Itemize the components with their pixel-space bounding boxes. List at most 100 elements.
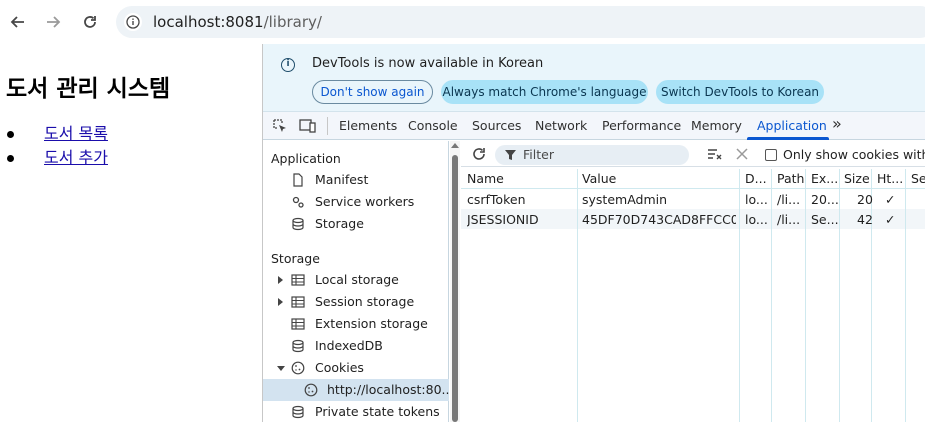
- tab-elements[interactable]: Elements: [339, 118, 397, 133]
- sidebar-scrollbar[interactable]: [450, 141, 460, 422]
- address-bar[interactable]: localhost:8081/library/: [116, 6, 925, 38]
- tree-item-session-storage[interactable]: Session storage: [263, 291, 449, 313]
- tree-item-label: Extension storage: [315, 316, 428, 331]
- tree-item-service-workers[interactable]: Service workers: [263, 191, 449, 213]
- book-add-link[interactable]: 도서 추가: [44, 148, 108, 167]
- cookie-path: /li...: [777, 212, 801, 227]
- tree-item-manifest[interactable]: Manifest: [263, 169, 449, 191]
- application-sidebar: Application Manifest Service workers Sto…: [263, 141, 453, 423]
- collapse-arrow-icon[interactable]: [277, 366, 285, 371]
- column-header-secure[interactable]: Se: [911, 171, 925, 186]
- list-item: 도서 목록: [7, 122, 108, 146]
- tab-performance[interactable]: Performance: [602, 118, 681, 133]
- tab-network[interactable]: Network: [535, 118, 587, 133]
- column-header-expires[interactable]: Ex...: [811, 171, 838, 186]
- cookie-name: JSESSIONID: [467, 212, 539, 227]
- inspect-element-icon[interactable]: [272, 118, 288, 138]
- only-show-issues-checkbox[interactable]: [765, 149, 777, 161]
- tree-item-label: Local storage: [315, 272, 399, 287]
- tree-item-cookies[interactable]: Cookies: [263, 357, 449, 379]
- column-header-httponly[interactable]: Ht...: [877, 171, 903, 186]
- column-header-size[interactable]: Size: [844, 171, 870, 186]
- tree-item-indexeddb[interactable]: IndexedDB: [263, 335, 449, 357]
- expand-arrow-icon[interactable]: [278, 276, 283, 284]
- cookie-name: csrfToken: [467, 192, 526, 207]
- site-info-icon[interactable]: [124, 13, 142, 31]
- tab-console[interactable]: Console: [408, 118, 458, 133]
- nav-list: 도서 목록 도서 추가: [7, 122, 108, 170]
- dont-show-again-button[interactable]: Don't show again: [312, 80, 433, 104]
- table-row[interactable]: csrfToken systemAdmin lo... /li... 20...…: [461, 189, 925, 209]
- table-icon: [291, 318, 305, 330]
- tree-item-label: Service workers: [315, 194, 415, 209]
- list-item: 도서 추가: [7, 146, 108, 170]
- devtools-panel: i DevTools is now available in Korean Do…: [262, 44, 925, 422]
- clear-all-icon[interactable]: [707, 147, 723, 161]
- tree-item-label: http://localhost:80...: [327, 382, 454, 397]
- cookie-path: /li...: [777, 192, 801, 207]
- column-header-path[interactable]: Path: [777, 171, 804, 186]
- tree-item-label: IndexedDB: [315, 338, 383, 353]
- cookie-icon: [304, 383, 318, 397]
- page-title: 도서 관리 시스템: [6, 76, 171, 102]
- more-tabs-button[interactable]: »: [832, 114, 842, 133]
- table-row[interactable]: JSESSIONID 45DF70D743CAD8FFCC0F... lo...…: [461, 209, 925, 229]
- url-path: /library/: [263, 13, 322, 31]
- cookie-httponly: ✓: [885, 192, 896, 207]
- gears-icon: [292, 196, 304, 208]
- cookie-value: 45DF70D743CAD8FFCC0F...: [582, 212, 736, 227]
- reload-icon: [84, 16, 96, 28]
- tab-divider: [327, 117, 328, 135]
- forward-button[interactable]: [40, 9, 66, 35]
- back-button[interactable]: [5, 9, 31, 35]
- scrollbar-thumb[interactable]: [452, 155, 458, 422]
- column-header-value[interactable]: Value: [582, 171, 616, 186]
- cookie-domain: lo...: [745, 192, 768, 207]
- info-icon: i: [281, 58, 295, 72]
- tree-item-extension-storage[interactable]: Extension storage: [263, 313, 449, 335]
- expand-arrow-icon[interactable]: [278, 298, 283, 306]
- device-toolbar-icon[interactable]: [299, 118, 317, 138]
- cookie-domain: lo...: [745, 212, 768, 227]
- tab-application[interactable]: Application: [757, 118, 827, 133]
- cookie-value: systemAdmin: [582, 192, 668, 207]
- arrow-left-icon: [10, 16, 24, 28]
- tab-sources[interactable]: Sources: [472, 118, 521, 133]
- tab-memory[interactable]: Memory: [691, 118, 742, 133]
- table-icon: [291, 274, 305, 286]
- reload-button[interactable]: [77, 9, 103, 35]
- browser-toolbar: localhost:8081/library/: [0, 0, 925, 44]
- tree-item-cookie-origin[interactable]: http://localhost:80...: [263, 379, 453, 401]
- only-show-issues-label: Only show cookies with an: [783, 147, 925, 162]
- tree-item-private-state-tokens[interactable]: Private state tokens: [263, 401, 449, 423]
- always-match-language-button[interactable]: Always match Chrome's language: [441, 80, 648, 104]
- book-list-link[interactable]: 도서 목록: [44, 124, 108, 143]
- scroll-up-icon[interactable]: [451, 143, 459, 148]
- url-host: localhost:8081: [153, 13, 264, 31]
- tree-item-label: Cookies: [315, 360, 364, 375]
- language-infobar: i DevTools is now available in Korean Do…: [263, 44, 925, 112]
- cookie-httponly: ✓: [885, 212, 896, 227]
- column-header-domain[interactable]: D...: [745, 171, 767, 186]
- cookie-icon: [291, 361, 305, 375]
- infobar-message: DevTools is now available in Korean: [312, 56, 544, 71]
- filter-placeholder: Filter: [523, 147, 554, 162]
- delete-selected-icon[interactable]: [736, 148, 748, 160]
- column-header-name[interactable]: Name: [467, 171, 504, 186]
- table-icon: [291, 296, 305, 308]
- tree-item-label: Private state tokens: [315, 404, 440, 419]
- page-content: 도서 관리 시스템 도서 목록 도서 추가: [0, 44, 262, 422]
- cookies-toolbar: Filter Only show cookies with an: [461, 141, 925, 167]
- filter-icon: [505, 150, 516, 160]
- application-section-header: Application: [271, 151, 341, 166]
- switch-to-korean-button[interactable]: Switch DevTools to Korean: [656, 80, 824, 104]
- cookie-size: 20: [857, 192, 873, 207]
- tree-item-label: Session storage: [315, 294, 415, 309]
- tree-item-local-storage[interactable]: Local storage: [263, 269, 449, 291]
- refresh-icon[interactable]: [471, 146, 487, 162]
- url-text[interactable]: localhost:8081/library/: [153, 13, 322, 31]
- tree-item-storage[interactable]: Storage: [263, 213, 449, 235]
- active-tab-indicator: [747, 137, 829, 140]
- cookies-table: Name Value D... Path Ex... Size Ht... Se…: [461, 169, 925, 422]
- cookie-filter-input[interactable]: Filter: [495, 145, 689, 165]
